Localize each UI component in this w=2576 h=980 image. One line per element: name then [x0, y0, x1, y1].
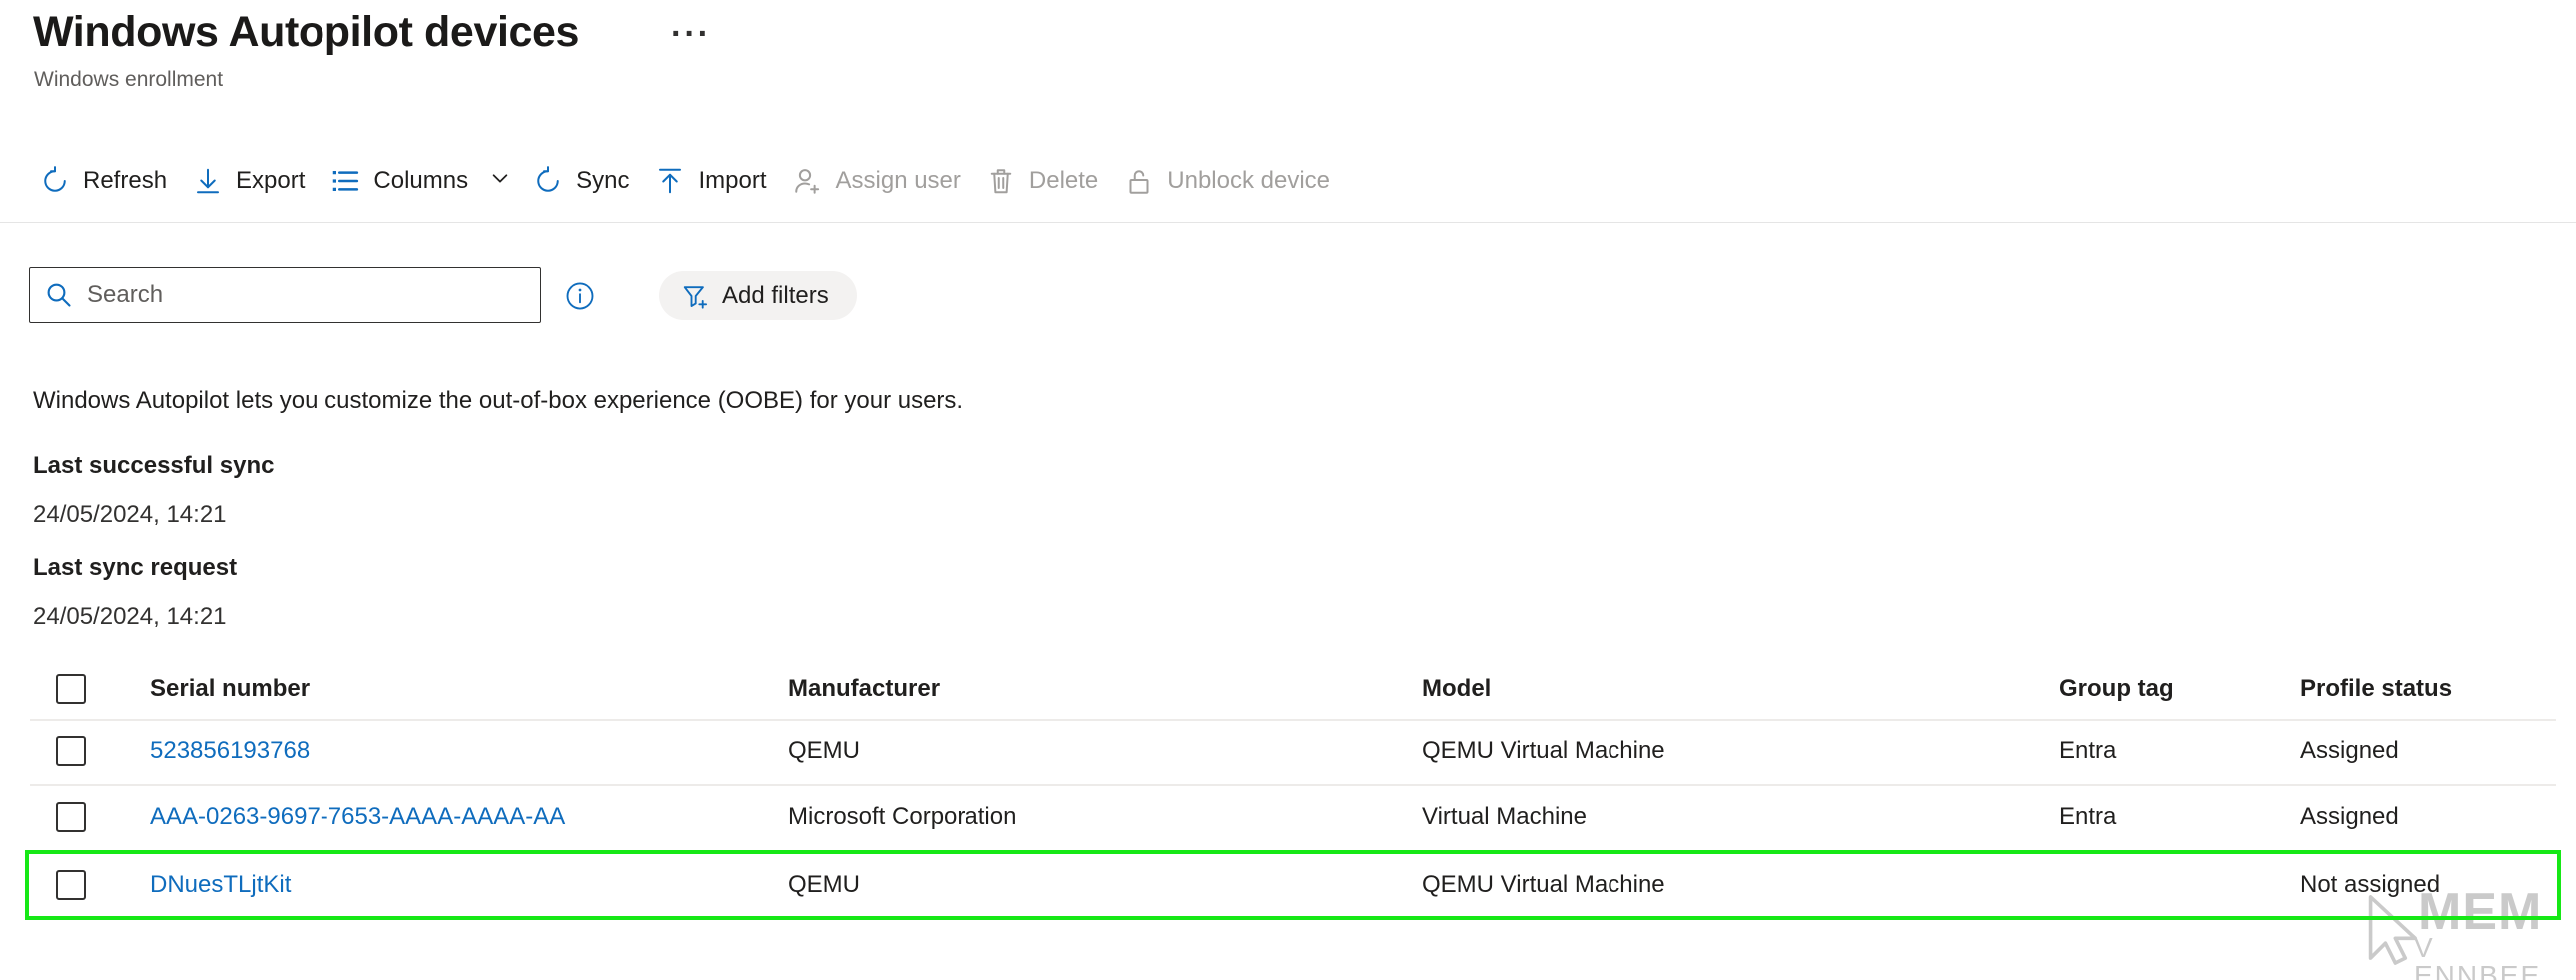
column-header-model[interactable]: Model: [1422, 659, 2041, 719]
command-bar-divider: [0, 222, 2576, 223]
cell-profile-status: Assigned: [2300, 784, 2560, 850]
serial-number-link[interactable]: DNuesTLjtKit: [150, 871, 291, 899]
sync-label: Sync: [576, 167, 633, 195]
filter-add-icon: [681, 282, 709, 310]
last-successful-sync-value: 24/05/2024, 14:21: [33, 501, 227, 529]
cell-profile-status: Not assigned: [2300, 850, 2560, 920]
cell-serial-number: DNuesTLjtKit: [150, 850, 769, 920]
unblock-device-button: Unblock device: [1118, 153, 1350, 209]
unlock-icon: [1124, 166, 1154, 196]
export-button[interactable]: Export: [187, 153, 324, 209]
add-filters-button[interactable]: Add filters: [659, 271, 857, 320]
column-header-profile-status[interactable]: Profile status: [2300, 659, 2560, 719]
row-checkbox-cell: [56, 719, 116, 784]
sync-icon: [533, 166, 563, 196]
assign-user-button: Assign user: [787, 153, 980, 209]
download-icon: [193, 166, 223, 196]
unblock-device-label: Unblock device: [1167, 167, 1334, 195]
cell-group-tag: Entra: [2059, 719, 2288, 784]
search-icon: [44, 280, 74, 310]
table-header-row: Serial number ManufacturerModel Group tagP…: [0, 659, 2576, 719]
row-checkbox-cell: [56, 784, 116, 850]
last-sync-request-value: 24/05/2024, 14:21: [33, 603, 227, 631]
cell-profile-status: Assigned: [2300, 719, 2560, 784]
row-select-checkbox[interactable]: [56, 870, 86, 900]
row-select-checkbox[interactable]: [56, 802, 86, 832]
cell-manufacturer: QEMU: [788, 719, 1407, 784]
columns-icon: [330, 166, 360, 196]
cell-group-tag: [2059, 850, 2288, 920]
cell-serial-number: 523856193768: [150, 719, 769, 784]
cell-serial-number: AAA-0263-9697-7653-AAAA-AAAA-AA: [150, 784, 769, 850]
chevron-down-icon: [485, 167, 511, 196]
serial-number-link[interactable]: 523856193768: [150, 737, 310, 765]
columns-button[interactable]: Columns: [324, 153, 527, 209]
column-header-manufacturer[interactable]: Manufacturer: [788, 659, 1407, 719]
command-bar: Refresh Export Columns Sync Import Assign use…: [0, 140, 2576, 222]
column-header-group-tag[interactable]: Group tag: [2059, 659, 2288, 719]
cell-manufacturer: QEMU: [788, 850, 1407, 920]
page-header: Windows Autopilot devices ··· Windows en…: [0, 0, 2576, 140]
refresh-icon: [40, 166, 70, 196]
table-row[interactable]: DNuesTLjtKit QEMUQEMU Virtual Machine Not …: [0, 850, 2576, 920]
column-header-serial-number[interactable]: Serial number: [150, 659, 769, 719]
table-row[interactable]: 523856193768 QEMUQEMU Virtual Machine Entr…: [0, 719, 2576, 784]
watermark-subtext: V ENNBEE: [2414, 934, 2562, 980]
delete-button: Delete: [980, 153, 1118, 209]
select-all-checkbox[interactable]: [56, 674, 86, 704]
export-label: Export: [236, 167, 309, 195]
intro-text: Windows Autopilot lets you customize the…: [33, 387, 963, 415]
page-subtitle: Windows enrollment: [34, 68, 223, 92]
devices-table: Serial number ManufacturerModel Group tagP…: [0, 659, 2576, 920]
add-user-icon: [793, 166, 823, 196]
more-actions-button[interactable]: ···: [671, 17, 711, 51]
add-filters-label: Add filters: [722, 282, 829, 310]
upload-icon: [655, 166, 685, 196]
assign-user-label: Assign user: [836, 167, 965, 195]
columns-label: Columns: [373, 167, 472, 195]
table-row[interactable]: AAA-0263-9697-7653-AAAA-AAAA-AA Microsoft…: [0, 784, 2576, 850]
info-circle-icon[interactable]: [565, 281, 595, 311]
import-button[interactable]: Import: [649, 153, 786, 209]
search-row: Add filters: [0, 267, 2576, 327]
cell-model: QEMU Virtual Machine: [1422, 850, 2041, 920]
last-successful-sync-label: Last successful sync: [33, 452, 274, 480]
page-title: Windows Autopilot devices: [33, 8, 579, 57]
cell-manufacturer: Microsoft Corporation: [788, 784, 1407, 850]
refresh-label: Refresh: [83, 167, 171, 195]
serial-number-link[interactable]: AAA-0263-9697-7653-AAAA-AAAA-AA: [150, 803, 565, 831]
last-sync-request-label: Last sync request: [33, 554, 237, 582]
row-select-checkbox[interactable]: [56, 736, 86, 766]
row-checkbox-cell: [56, 850, 116, 920]
cell-model: QEMU Virtual Machine: [1422, 719, 2041, 784]
cell-model: Virtual Machine: [1422, 784, 2041, 850]
delete-label: Delete: [1029, 167, 1102, 195]
refresh-button[interactable]: Refresh: [34, 153, 187, 209]
cell-group-tag: Entra: [2059, 784, 2288, 850]
trash-icon: [986, 166, 1016, 196]
search-box[interactable]: [29, 267, 541, 323]
select-all-checkbox-cell: [56, 659, 116, 719]
sync-button[interactable]: Sync: [527, 153, 649, 209]
search-input[interactable]: [85, 275, 514, 315]
import-label: Import: [698, 167, 770, 195]
